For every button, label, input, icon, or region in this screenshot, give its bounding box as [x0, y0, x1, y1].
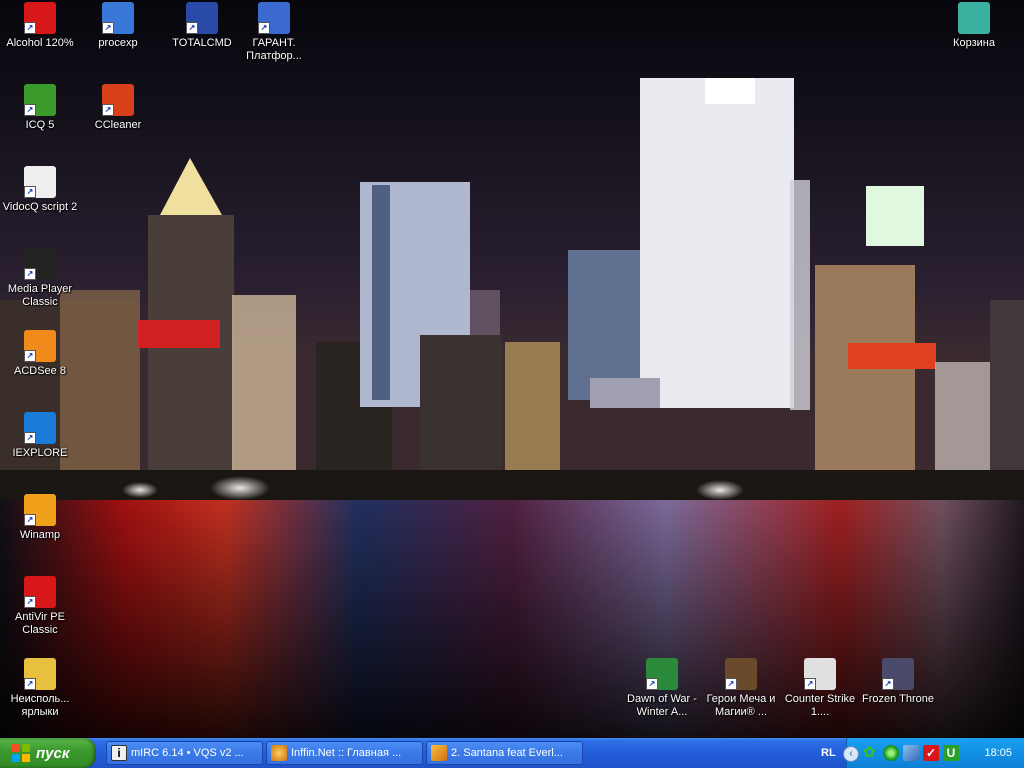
- mpc-icon: ↗: [24, 248, 56, 280]
- desktop-icon-label: TOTALCMD: [172, 37, 232, 49]
- taskbar: пуск i mIRC 6.14 • VQS v2 ... Inffin.Net…: [0, 738, 1024, 768]
- language-indicator[interactable]: RL: [821, 747, 836, 759]
- shortcut-arrow-icon: ↗: [186, 22, 198, 34]
- desktop-icon-label: IEXPLORE: [12, 447, 68, 459]
- ccleaner-icon: ↗: [102, 84, 134, 116]
- desktop-icon-iexplore[interactable]: ↗ IEXPLORE: [0, 412, 80, 460]
- desktop-icon-recycle[interactable]: Корзина: [934, 2, 1014, 50]
- desktop-icon-label: Winamp: [19, 529, 61, 541]
- start-label: пуск: [36, 744, 70, 762]
- shortcut-arrow-icon: ↗: [24, 596, 36, 608]
- shortcut-arrow-icon: ↗: [24, 104, 36, 116]
- taskbar-button-label: mIRC 6.14 • VQS v2 ...: [131, 747, 244, 759]
- desktop-icon-antivir[interactable]: ↗ AntiVir PE Classic: [0, 576, 80, 637]
- tray-expand-icon[interactable]: ‹: [843, 746, 859, 762]
- desktop-icon-label: AntiVir PE Classic: [15, 611, 65, 636]
- shortcut-arrow-icon: ↗: [24, 678, 36, 690]
- antivir-tray-icon[interactable]: ✓: [923, 745, 939, 761]
- desktop-icon-garant[interactable]: ↗ ГАРАНТ. Платфор...: [234, 2, 314, 63]
- desktop-icon-vidocq[interactable]: ↗ VidocQ script 2: [0, 166, 80, 214]
- desktop-icon-label: Герои Меча и Магии® ...: [706, 693, 776, 718]
- cs-icon: ↗: [804, 658, 836, 690]
- desktop-icon-label: Counter Strike 1....: [784, 693, 856, 718]
- desktop-icon-label: ГАРАНТ. Платфор...: [246, 37, 302, 62]
- procexp-icon: ↗: [102, 2, 134, 34]
- desktop-icon-label: ACDSee 8: [14, 365, 66, 377]
- network-tray-icon[interactable]: [903, 745, 919, 761]
- shortcut-arrow-icon: ↗: [882, 678, 894, 690]
- dow-icon: ↗: [646, 658, 678, 690]
- shortcut-arrow-icon: ↗: [646, 678, 658, 690]
- taskbar-button-browser[interactable]: Inffin.Net :: Главная ...: [266, 741, 423, 765]
- iexplore-icon: ↗: [24, 412, 56, 444]
- desktop-icon-label: Корзина: [953, 37, 995, 49]
- taskbar-button-label: Inffin.Net :: Главная ...: [291, 747, 402, 759]
- mirc-icon: i: [111, 745, 127, 761]
- totalcmd-icon: ↗: [186, 2, 218, 34]
- desktop-icon-label: Неисполь... ярлыки: [10, 693, 70, 718]
- desktop-icon-label: Alcohol 120%: [6, 37, 74, 49]
- garant-icon: ↗: [258, 2, 290, 34]
- heroes-icon: ↗: [725, 658, 757, 690]
- shortcut-arrow-icon: ↗: [258, 22, 270, 34]
- system-tray: RL ‹ ✿ ✓ U 18:05: [821, 738, 1024, 768]
- alcohol-icon: ↗: [24, 2, 56, 34]
- desktop-icon-frozen[interactable]: ↗ Frozen Throne: [858, 658, 938, 706]
- shortcut-arrow-icon: ↗: [24, 514, 36, 526]
- desktop-icon-winamp[interactable]: ↗ Winamp: [0, 494, 80, 542]
- vidocq-icon: ↗: [24, 166, 56, 198]
- desktop-icon-procexp[interactable]: ↗ procexp: [78, 2, 158, 50]
- winamp-icon: ↗: [24, 494, 56, 526]
- shortcut-arrow-icon: ↗: [24, 350, 36, 362]
- shortcut-arrow-icon: ↗: [804, 678, 816, 690]
- desktop-icon-label: Dawn of War - Winter A...: [627, 693, 697, 718]
- utorrent-tray-icon[interactable]: U: [943, 745, 959, 761]
- shortcut-arrow-icon: ↗: [24, 186, 36, 198]
- browser-icon: [271, 745, 287, 761]
- desktop-icon-label: CCleaner: [94, 119, 142, 131]
- desktop-icon-cs[interactable]: ↗ Counter Strike 1....: [780, 658, 860, 719]
- desktop-icon-unused[interactable]: ↗ Неисполь... ярлыки: [0, 658, 80, 719]
- unused-icon: ↗: [24, 658, 56, 690]
- desktop-icon-icq[interactable]: ↗ ICQ 5: [0, 84, 80, 132]
- winamp-icon: [431, 745, 447, 761]
- antivir-icon: ↗: [24, 576, 56, 608]
- clock[interactable]: 18:05: [984, 747, 1012, 759]
- green-circle-tray-icon[interactable]: [883, 745, 899, 761]
- icq-icon: ↗: [24, 84, 56, 116]
- shortcut-arrow-icon: ↗: [24, 432, 36, 444]
- recycle-icon: [958, 2, 990, 34]
- taskbar-button-winamp[interactable]: 2. Santana feat Everl...: [426, 741, 583, 765]
- shortcut-arrow-icon: ↗: [102, 22, 114, 34]
- desktop-icon-mpc[interactable]: ↗ Media Player Classic: [0, 248, 80, 309]
- desktop-icon-alcohol[interactable]: ↗ Alcohol 120%: [0, 2, 80, 50]
- shortcut-arrow-icon: ↗: [102, 104, 114, 116]
- desktop-icon-ccleaner[interactable]: ↗ CCleaner: [78, 84, 158, 132]
- desktop-icon-label: ICQ 5: [25, 119, 55, 131]
- shortcut-arrow-icon: ↗: [24, 268, 36, 280]
- frozen-icon: ↗: [882, 658, 914, 690]
- acdsee-icon: ↗: [24, 330, 56, 362]
- start-button[interactable]: пуск: [0, 738, 96, 768]
- taskbar-button-mirc[interactable]: i mIRC 6.14 • VQS v2 ...: [106, 741, 263, 765]
- shortcut-arrow-icon: ↗: [725, 678, 737, 690]
- desktop-icon-totalcmd[interactable]: ↗ TOTALCMD: [162, 2, 242, 50]
- desktop-icon-dow[interactable]: ↗ Dawn of War - Winter A...: [622, 658, 702, 719]
- taskbar-button-label: 2. Santana feat Everl...: [451, 747, 563, 759]
- desktop-icon-label: Media Player Classic: [7, 283, 73, 308]
- desktop-icon-label: procexp: [98, 37, 138, 49]
- desktop-icon-label: VidocQ script 2: [2, 201, 78, 213]
- icq-tray-icon[interactable]: ✿: [863, 745, 879, 761]
- shortcut-arrow-icon: ↗: [24, 22, 36, 34]
- desktop-icon-label: Frozen Throne: [862, 693, 934, 705]
- windows-flag-icon: [12, 744, 30, 762]
- desktop-icon-acdsee[interactable]: ↗ ACDSee 8: [0, 330, 80, 378]
- desktop-icon-heroes[interactable]: ↗ Герои Меча и Магии® ...: [701, 658, 781, 719]
